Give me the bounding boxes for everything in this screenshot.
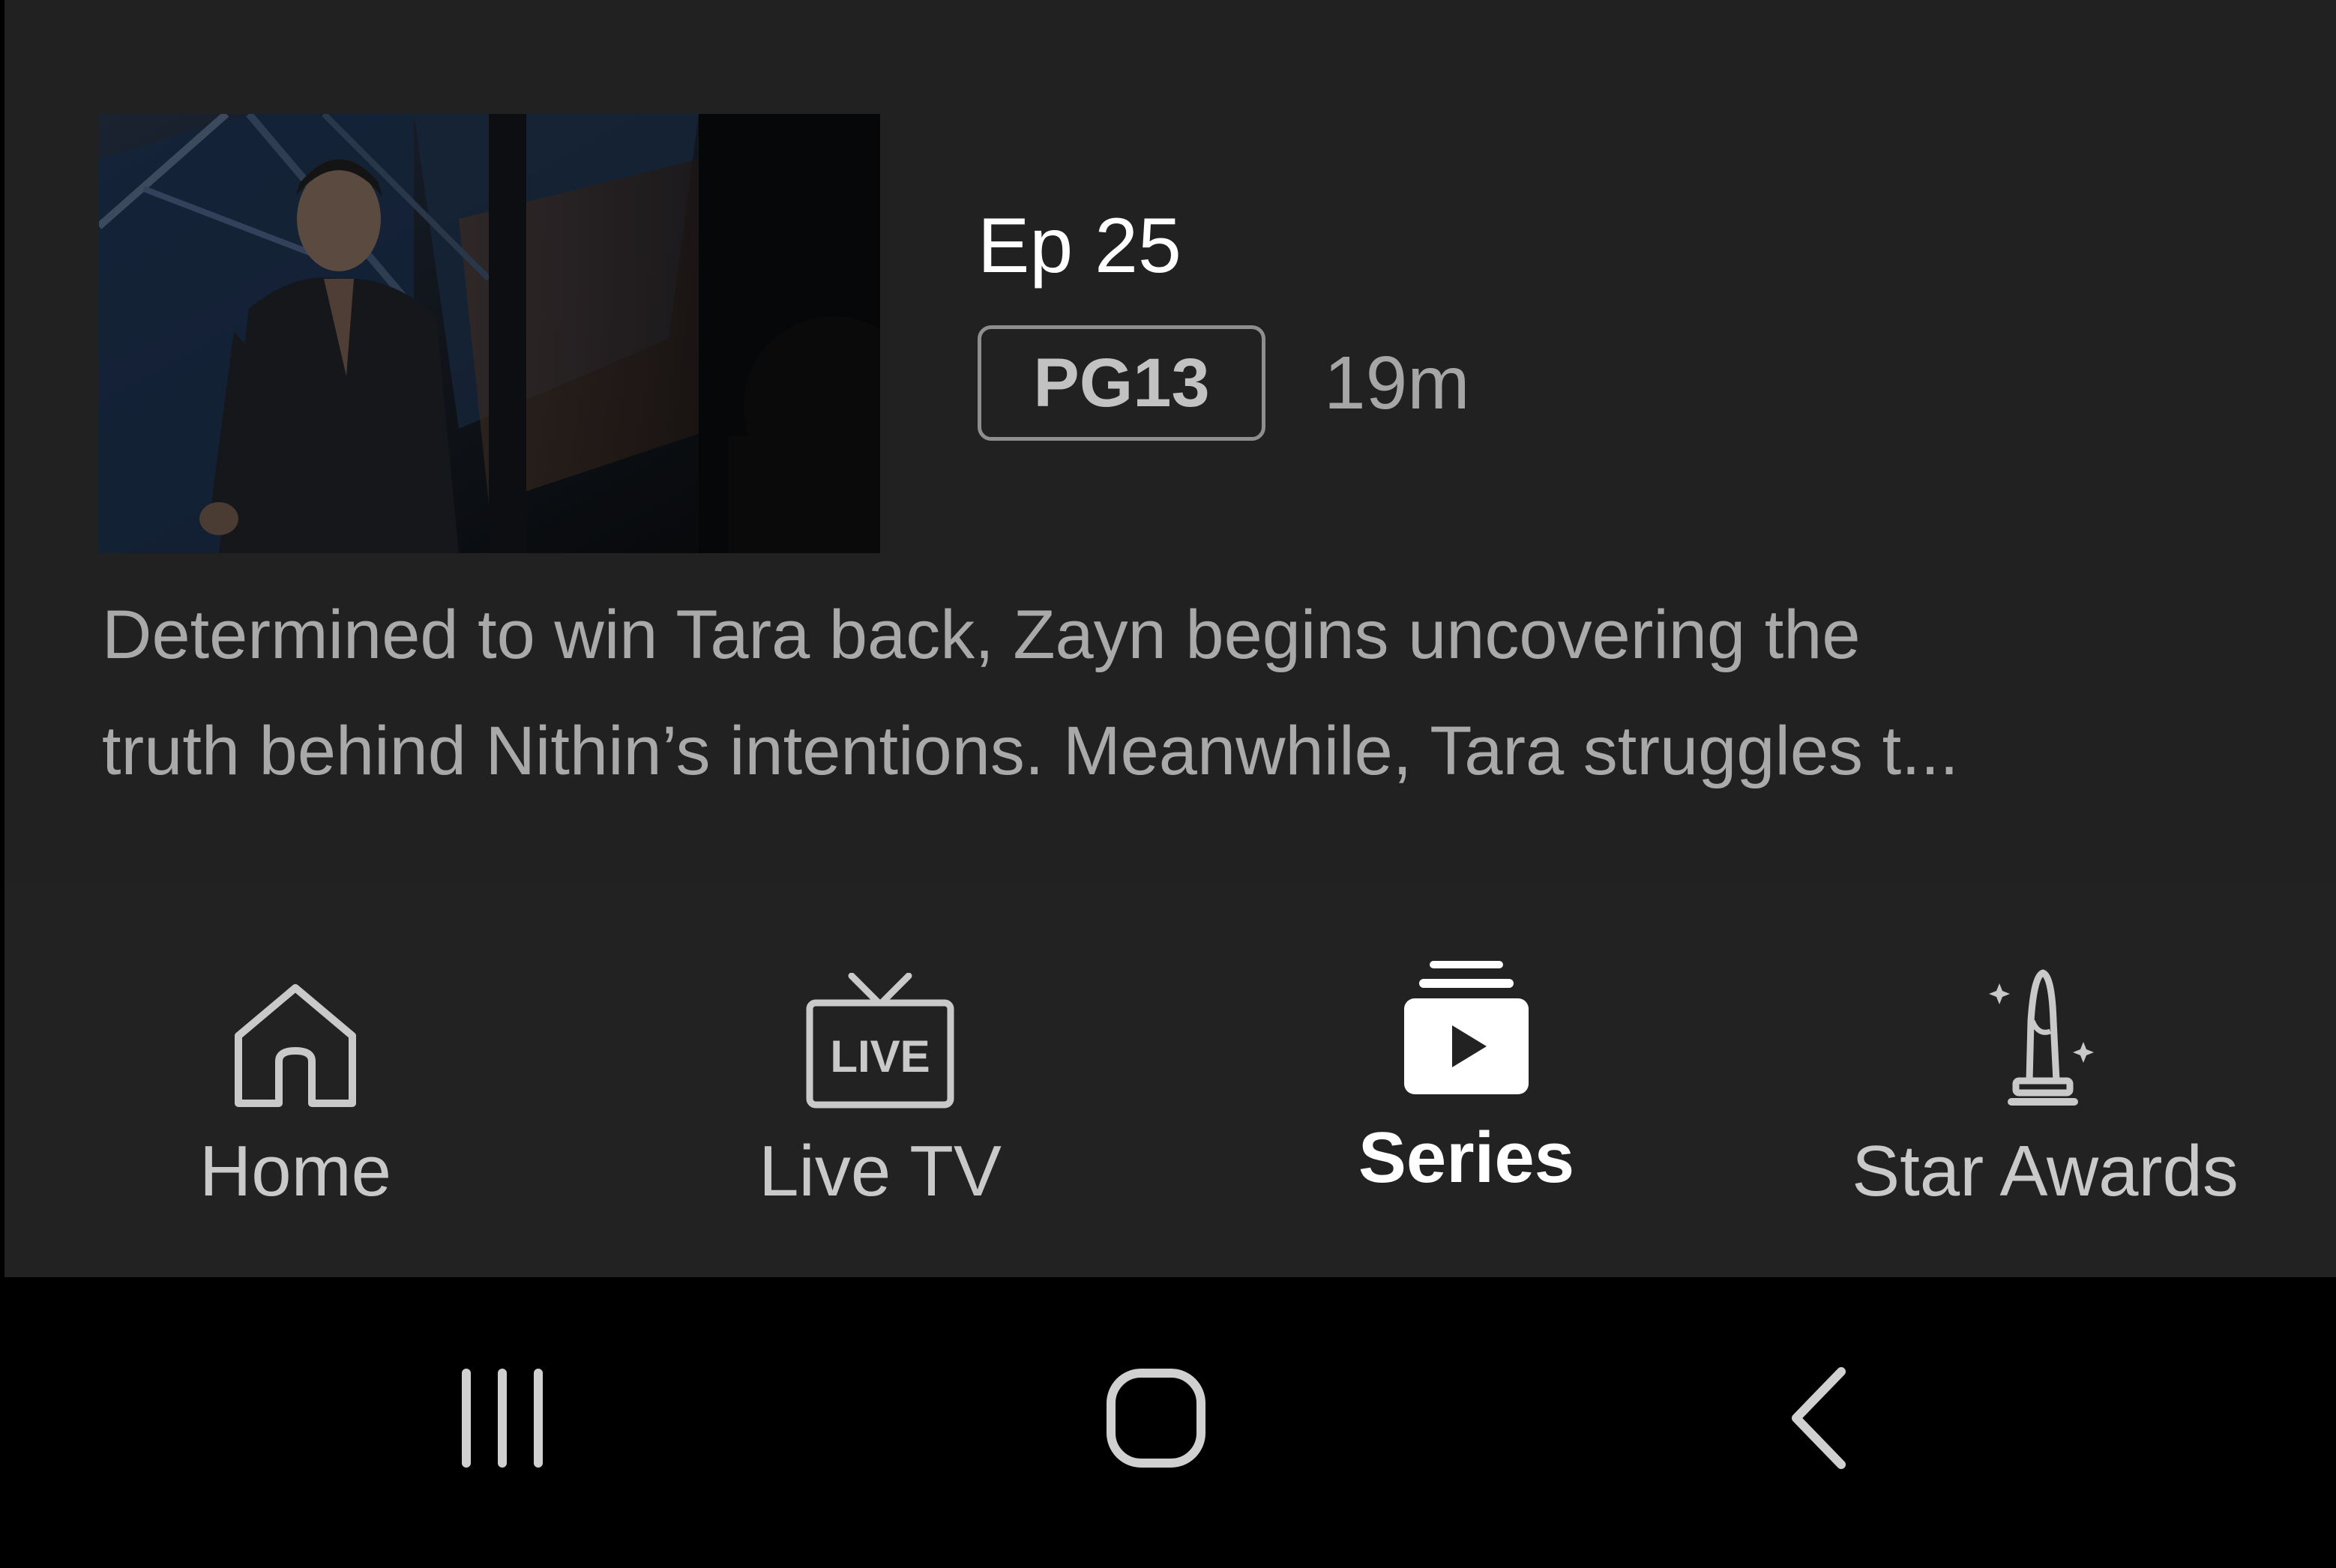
nav-item-home[interactable]: Home [63,884,528,1277]
episode-duration: 19m [1324,341,1470,425]
back-icon [1792,1367,1846,1469]
nav-label-live-tv: Live TV [759,1131,1002,1211]
back-button[interactable] [1766,1366,1871,1474]
star-awards-trophy-icon [1989,969,2094,1106]
nav-label-star-awards: Star Awards [1852,1131,2239,1211]
nav-label-home: Home [199,1131,392,1211]
recent-apps-button[interactable] [450,1366,555,1474]
recent-apps-icon [462,1369,543,1468]
app-screen: Ep 25 PG13 19m Determined to win Tara ba… [4,0,2336,1277]
system-navigation-bar [0,1277,2336,1568]
nav-label-series: Series [1358,1118,1575,1198]
nav-item-series[interactable]: Series [1234,884,1699,1277]
series-icon [1404,961,1529,1094]
description-line-2: truth behind Nithin’s intentions. Meanwh… [102,713,1959,789]
episode-title: Ep 25 [978,202,1181,289]
episode-thumbnail[interactable] [99,114,880,553]
nav-item-star-awards[interactable]: Star Awards [1813,884,2278,1277]
rating-badge: PG13 [978,325,1265,441]
system-home-button[interactable] [1104,1366,1208,1474]
episode-description: Determined to win Tara back, Zayn begins… [102,577,2291,809]
episode-card[interactable]: Ep 25 PG13 19m Determined to win Tara ba… [4,0,2336,884]
live-icon-text: LIVE [830,1031,930,1082]
description-line-1: Determined to win Tara back, Zayn begins… [102,597,1861,673]
home-circle-icon [1107,1369,1205,1468]
bottom-navigation: Home LIVE Live TV Series Star Awards [4,884,2336,1277]
nav-item-live-tv[interactable]: LIVE Live TV [648,884,1113,1277]
home-icon [235,984,356,1107]
live-tv-icon: LIVE [806,973,954,1109]
